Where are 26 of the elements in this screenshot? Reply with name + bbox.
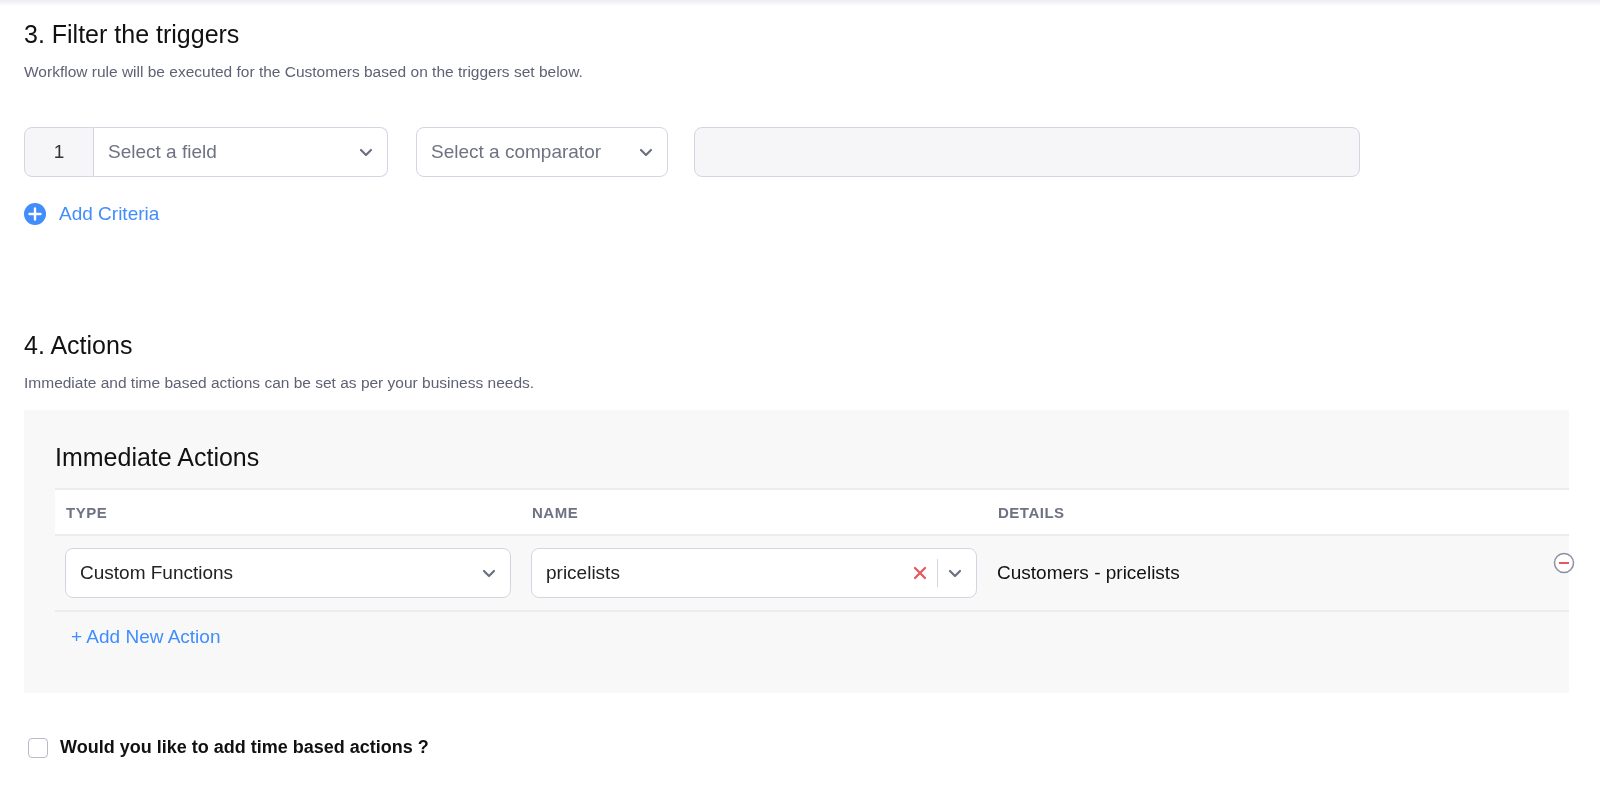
- section-description: Workflow rule will be executed for the Customers based on the triggers set below.: [24, 63, 583, 81]
- column-header: NAME: [531, 503, 580, 521]
- panel-title: Immediate Actions: [55, 443, 260, 472]
- section-heading: 3. Filter the triggers: [24, 20, 240, 49]
- type-select[interactable]: Custom Functions: [65, 548, 511, 598]
- remove-icon[interactable]: [1553, 552, 1575, 574]
- column-header: DETAILS: [997, 503, 1066, 521]
- section-description: Immediate and time based actions can be set as per your business needs.: [24, 374, 535, 392]
- chevron-down-icon: [948, 568, 962, 578]
- column-header: TYPE: [65, 503, 109, 521]
- add-new-action-link[interactable]: + Add New Action: [71, 626, 221, 648]
- chevron-down-icon: [482, 568, 496, 578]
- plus-circle-icon: [24, 203, 46, 225]
- chevron-down-icon: [639, 147, 653, 157]
- field-select[interactable]: Select a field: [94, 127, 388, 177]
- clear-icon[interactable]: [913, 566, 927, 580]
- add-criteria-link[interactable]: Add Criteria: [24, 203, 160, 225]
- action-details: Customers - pricelists: [996, 562, 1181, 584]
- checkbox-label: Would you like to add time based actions ?: [60, 737, 429, 758]
- section-heading: 4. Actions: [24, 331, 133, 360]
- value-input-field[interactable]: [694, 127, 1360, 177]
- comparator-select[interactable]: Select a comparator: [416, 127, 668, 177]
- chevron-down-icon: [359, 147, 373, 157]
- criteria-number: 1: [24, 127, 94, 177]
- checkbox[interactable]: [28, 737, 48, 758]
- name-select[interactable]: pricelists: [531, 548, 977, 598]
